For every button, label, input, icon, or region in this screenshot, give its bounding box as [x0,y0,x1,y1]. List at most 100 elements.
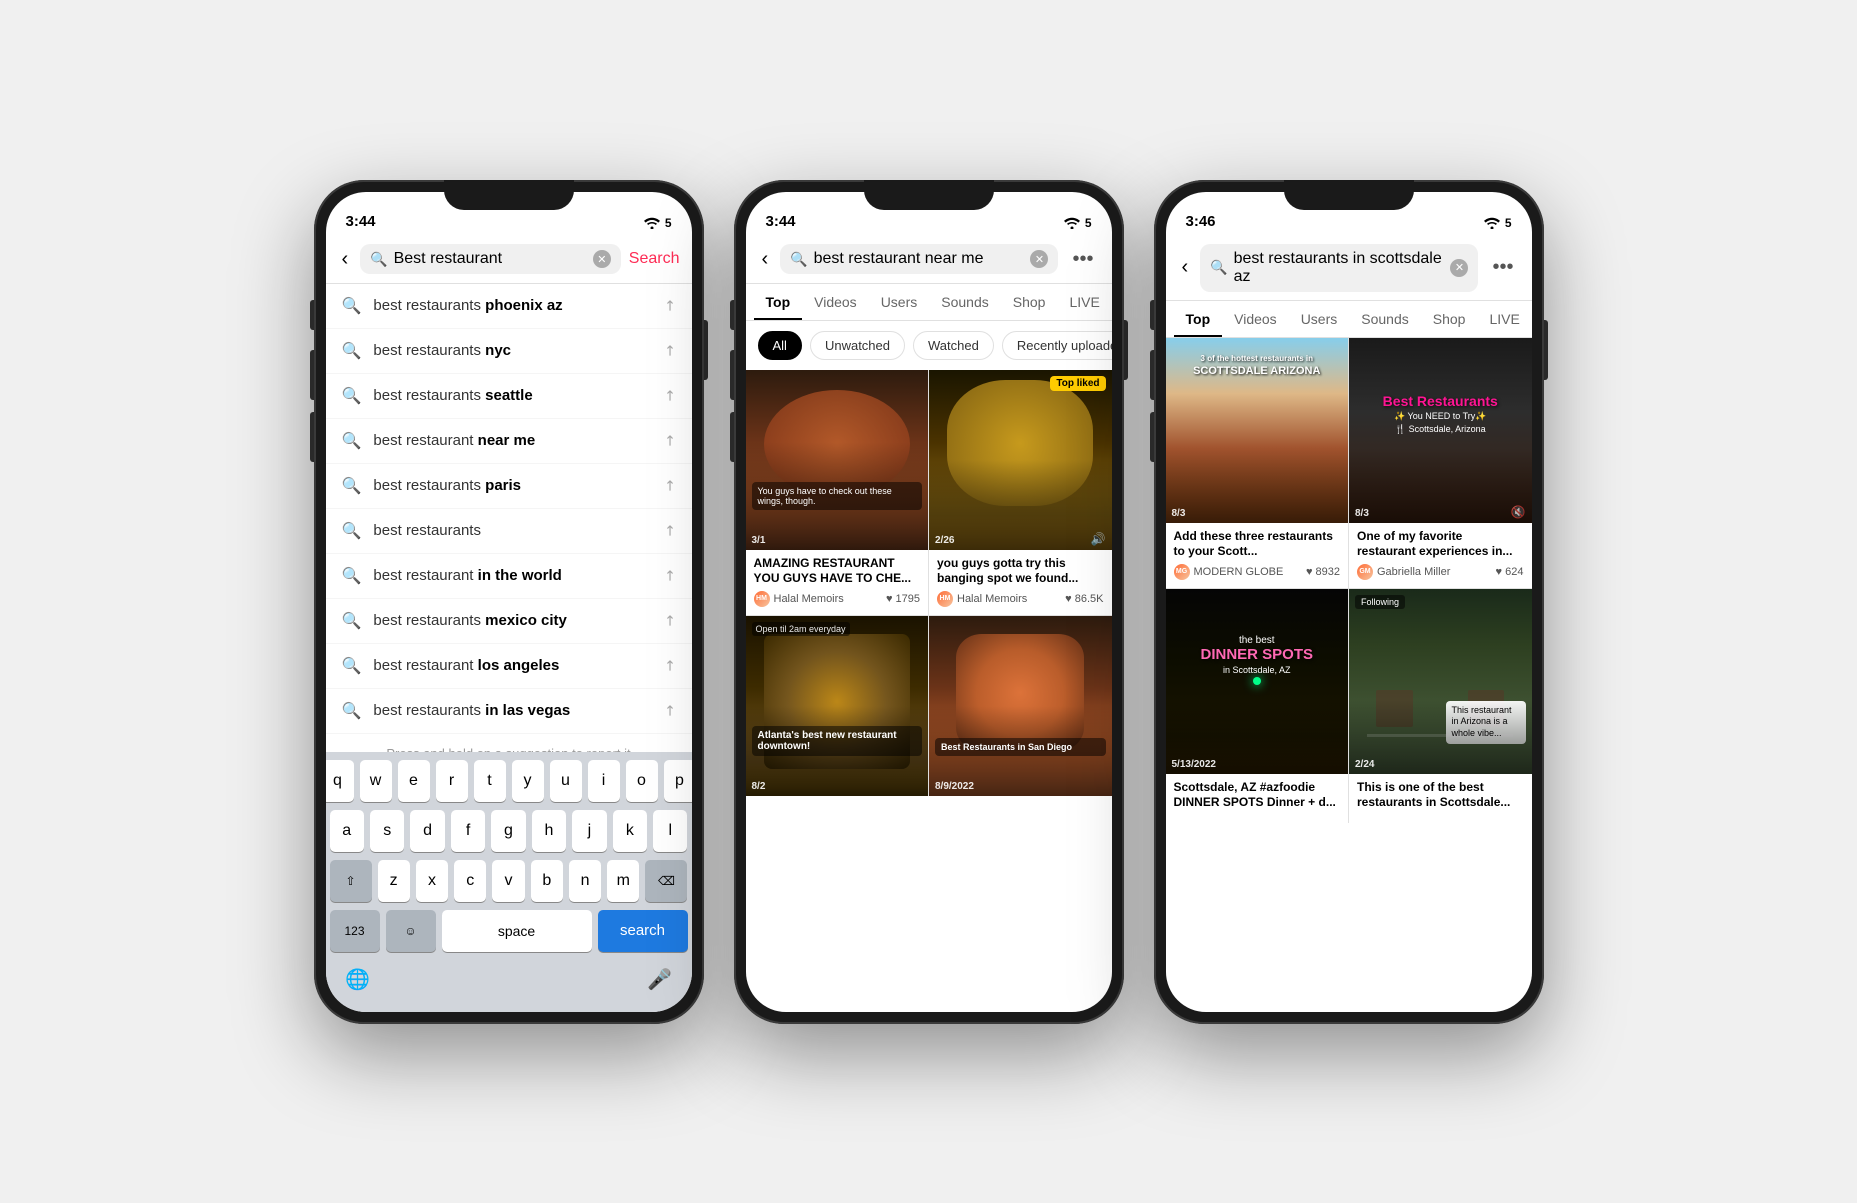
tab-live-2[interactable]: LIVE [1057,284,1111,320]
video-card-2-1[interactable]: You guys have to check out these wings, … [746,370,929,615]
suggestion-item-7[interactable]: 🔍 best restaurant in the world ↗ [326,554,692,599]
search-query-2[interactable]: best restaurant near me [814,250,1025,268]
key-j[interactable]: j [572,810,606,852]
key-f[interactable]: f [451,810,485,852]
key-v[interactable]: v [492,860,524,902]
search-input-1[interactable]: Best restaurant [394,250,587,268]
chip-all-2[interactable]: All [758,331,802,360]
suggestion-text-7: best restaurant in the world [373,567,651,584]
chip-recent-2[interactable]: Recently uploaded [1002,331,1112,360]
more-button-2[interactable]: ••• [1066,246,1099,273]
result-card-3-3[interactable]: the best DINNER SPOTS in Scottsdale, AZ … [1166,589,1349,823]
key-y[interactable]: y [512,760,544,802]
suggestion-item-8[interactable]: 🔍 best restaurants mexico city ↗ [326,599,692,644]
globe-icon[interactable]: 🌐 [338,960,378,1000]
tab-shop-2[interactable]: Shop [1001,284,1058,320]
video-thumb-2-4: Best Restaurants in San Diego 8/9/2022 [929,616,1112,796]
key-a[interactable]: a [330,810,364,852]
suggestion-item-2[interactable]: 🔍 best restaurants nyc ↗ [326,329,692,374]
video-card-2-4[interactable]: Best Restaurants in San Diego 8/9/2022 [929,616,1112,796]
clear-button-3[interactable]: ✕ [1450,259,1468,277]
result-card-3-1[interactable]: 3 of the hottest restaurants inSCOTTSDAL… [1166,338,1349,588]
video-thumb-2-2: Top liked 2/26 🔊 [929,370,1112,550]
search-bar-1[interactable]: 🔍 Best restaurant ✕ [360,244,621,274]
key-m[interactable]: m [607,860,639,902]
card-title-2-2: you guys gotta try this banging spot we … [937,556,1104,587]
video-card-2-2[interactable]: Top liked 2/26 🔊 you guys gotta try this… [929,370,1112,615]
key-d[interactable]: d [410,810,444,852]
key-search[interactable]: search [598,910,688,952]
key-r[interactable]: r [436,760,468,802]
back-button-3[interactable]: ‹ [1178,252,1193,283]
tab-users-3[interactable]: Users [1289,301,1350,337]
key-b[interactable]: b [531,860,563,902]
card-title-2-1: AMAZING RESTAURANT YOU GUYS HAVE TO CHE.… [754,556,921,587]
suggestion-item-10[interactable]: 🔍 best restaurants in las vegas ↗ [326,689,692,734]
key-l[interactable]: l [653,810,687,852]
chip-unwatched-2[interactable]: Unwatched [810,331,905,360]
search-header-2: ‹ 🔍 best restaurant near me ✕ ••• [746,236,1112,284]
open-sign-2-3: Open til 2am everyday [752,622,850,636]
key-k[interactable]: k [613,810,647,852]
video-card-2-3[interactable]: Open til 2am everyday Atlanta's best new… [746,616,929,796]
back-button-2[interactable]: ‹ [758,244,773,275]
key-c[interactable]: c [454,860,486,902]
top-liked-badge-2: Top liked [1050,376,1105,391]
clear-button-2[interactable]: ✕ [1030,250,1048,268]
tab-sounds-3[interactable]: Sounds [1349,301,1420,337]
overlay-text-2-1: You guys have to check out these wings, … [752,482,923,510]
key-x[interactable]: x [416,860,448,902]
search-action-button-1[interactable]: Search [629,250,680,268]
tab-users-2[interactable]: Users [869,284,930,320]
tab-videos-2[interactable]: Videos [802,284,869,320]
arrow-icon-2: ↗ [659,340,679,360]
key-w[interactable]: w [360,760,392,802]
key-t[interactable]: t [474,760,506,802]
result-card-3-4[interactable]: Following This restaurant in Arizona is … [1349,589,1532,823]
key-n[interactable]: n [569,860,601,902]
clear-button-1[interactable]: ✕ [593,250,611,268]
suggestion-item-4[interactable]: 🔍 best restaurant near me ↗ [326,419,692,464]
card-title-3-2: One of my favorite restaurant experience… [1357,529,1524,560]
chip-watched-2[interactable]: Watched [913,331,994,360]
mic-icon[interactable]: 🎤 [640,960,680,1000]
sound-icon-3-2: 🔇 [1511,505,1526,519]
key-backspace[interactable]: ⌫ [645,860,687,902]
tab-top-2[interactable]: Top [754,284,803,320]
suggestion-item-5[interactable]: 🔍 best restaurants paris ↗ [326,464,692,509]
key-h[interactable]: h [532,810,566,852]
key-e[interactable]: e [398,760,430,802]
video-thumb-2-3: Open til 2am everyday Atlanta's best new… [746,616,929,796]
overlay-text-2-3: Atlanta's best new restaurant downtown! [752,726,923,756]
tab-top-3[interactable]: Top [1174,301,1223,337]
key-q[interactable]: q [326,760,354,802]
creator-name-2-2: Halal Memoirs [957,593,1027,605]
overlay-3-1: 3 of the hottest restaurants inSCOTTSDAL… [1176,353,1339,380]
key-u[interactable]: u [550,760,582,802]
key-space[interactable]: space [442,910,592,952]
key-z[interactable]: z [378,860,410,902]
search-bar-3[interactable]: 🔍 best restaurants in scottsdale az ✕ [1200,244,1478,292]
key-g[interactable]: g [491,810,525,852]
suggestion-item-9[interactable]: 🔍 best restaurant los angeles ↗ [326,644,692,689]
more-button-3[interactable]: ••• [1486,254,1519,281]
key-shift[interactable]: ⇧ [330,860,372,902]
key-o[interactable]: o [626,760,658,802]
arrow-icon-5: ↗ [659,475,679,495]
tab-live-3[interactable]: LIVE [1477,301,1531,337]
back-button-1[interactable]: ‹ [338,244,353,275]
suggestion-item-1[interactable]: 🔍 best restaurants phoenix az ↗ [326,284,692,329]
result-card-3-2[interactable]: Best Restaurants ✨ You NEED to Try✨ 🍴 Sc… [1349,338,1532,588]
suggestion-item-6[interactable]: 🔍 best restaurants ↗ [326,509,692,554]
key-123[interactable]: 123 [330,910,380,952]
tab-videos-3[interactable]: Videos [1222,301,1289,337]
search-query-3[interactable]: best restaurants in scottsdale az [1234,250,1445,286]
search-bar-2[interactable]: 🔍 best restaurant near me ✕ [780,244,1058,274]
key-emoji[interactable]: ☺ [386,910,436,952]
tab-shop-3[interactable]: Shop [1421,301,1478,337]
key-i[interactable]: i [588,760,620,802]
key-p[interactable]: p [664,760,692,802]
suggestion-item-3[interactable]: 🔍 best restaurants seattle ↗ [326,374,692,419]
tab-sounds-2[interactable]: Sounds [929,284,1000,320]
key-s[interactable]: s [370,810,404,852]
